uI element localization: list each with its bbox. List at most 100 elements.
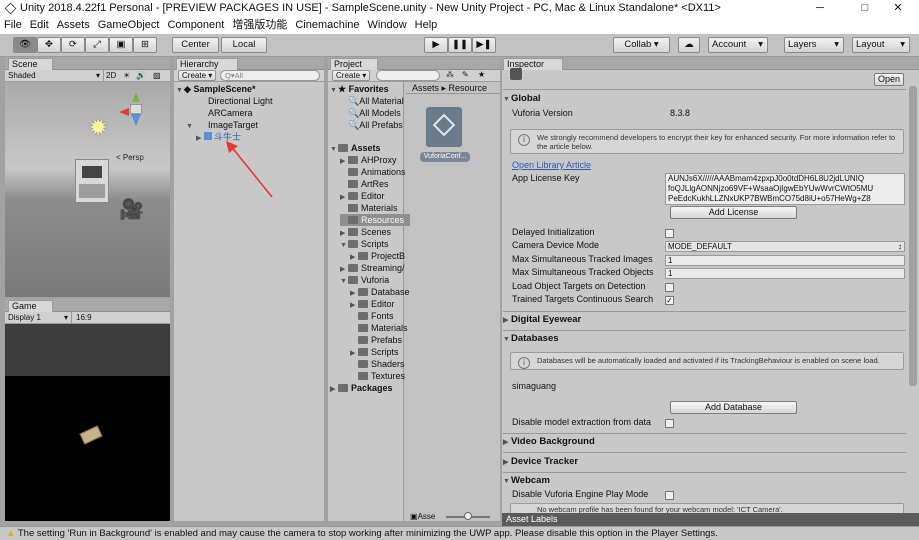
asset-folder-item[interactable]: ▶ Scripts — [350, 346, 399, 358]
cloud-icon[interactable]: ☁ — [678, 37, 700, 53]
asset-folder-item[interactable]: ▶ Database — [350, 286, 410, 298]
add-database-button[interactable]: Add Database — [670, 401, 797, 414]
hierarchy-item-arcamera[interactable]: ARCamera — [208, 107, 253, 119]
expand-arrow-icon[interactable]: ▼ — [503, 474, 511, 490]
expand-arrow-icon[interactable]: ▼ — [330, 85, 338, 97]
inspector-scrollbar[interactable] — [909, 86, 917, 386]
disable-model-extraction-checkbox[interactable] — [665, 419, 674, 428]
close-button[interactable]: ✕ — [878, 0, 918, 17]
menu-edit[interactable]: Edit — [26, 17, 53, 34]
section-databases[interactable]: ▼Databases — [503, 331, 559, 347]
tab-scene[interactable]: Scene — [8, 58, 53, 70]
expand-arrow-icon[interactable]: ▶ — [196, 133, 204, 145]
asset-folder-item[interactable]: ▶ ProjectB — [350, 250, 405, 262]
asset-labels-bar[interactable]: Asset Labels — [502, 513, 919, 526]
collab-button[interactable]: Collab ▾ — [613, 37, 670, 53]
asset-folder-item[interactable]: ▶ Streaming/ — [340, 262, 405, 274]
vuforia-config-filename[interactable]: VuforiaConf... — [420, 152, 470, 162]
hierarchy-create-button[interactable]: Create ▾ — [178, 70, 217, 81]
menu-cinemachine[interactable]: Cinemachine — [291, 17, 363, 34]
max-images-input[interactable]: 1 — [665, 255, 905, 266]
expand-arrow-icon[interactable]: ▼ — [340, 276, 348, 288]
2d-toggle[interactable]: 2D — [106, 70, 120, 82]
transform-tool-icon[interactable]: ⊞ — [133, 37, 157, 53]
hierarchy-item-directional-light[interactable]: Directional Light — [208, 95, 273, 107]
asset-folder-item[interactable]: ▶ Scenes — [340, 226, 391, 238]
asset-folder-item[interactable]: ▶ Editor — [340, 190, 385, 202]
expand-arrow-icon[interactable]: ▼ — [340, 240, 348, 252]
vuforia-config-icon[interactable] — [426, 107, 462, 147]
pivot-center-button[interactable]: Center — [172, 37, 219, 53]
menu-help[interactable]: Help — [411, 17, 442, 34]
tab-game[interactable]: Game — [8, 300, 53, 312]
open-library-link[interactable]: Open Library Article — [512, 159, 591, 172]
favorite-item[interactable]: 🔍All Models — [348, 107, 401, 119]
project-search-input[interactable] — [376, 70, 440, 81]
rotate-tool-icon[interactable]: ⟳ — [61, 37, 85, 53]
game-viewport[interactable] — [5, 376, 170, 521]
menu-component[interactable]: Component — [163, 17, 228, 34]
project-create-button[interactable]: Create ▾ — [332, 70, 371, 81]
menu-gameobject[interactable]: GameObject — [94, 17, 164, 34]
effects-toggle-icon[interactable]: ▨ — [153, 70, 161, 82]
lighting-toggle-icon[interactable]: ☀ — [123, 70, 130, 82]
minimize-button[interactable]: ─ — [800, 0, 840, 17]
asset-folder-item[interactable]: ▼ Scripts — [340, 238, 389, 250]
scale-tool-icon[interactable]: ⤢ — [85, 37, 109, 53]
move-tool-icon[interactable]: ✥ — [37, 37, 61, 53]
asset-folder-item[interactable]: Materials — [350, 322, 408, 334]
asset-folder-item[interactable]: ▼ Vuforia — [340, 274, 389, 286]
delayed-init-checkbox[interactable] — [665, 229, 674, 238]
max-objects-input[interactable]: 1 — [665, 268, 905, 279]
layers-dropdown[interactable]: Layers ▾ — [784, 37, 844, 53]
pivot-local-button[interactable]: Local — [221, 37, 267, 53]
favorite-item[interactable]: 🔍All Prefabs — [348, 119, 403, 131]
layout-dropdown[interactable]: Layout ▾ — [852, 37, 910, 53]
menu-file[interactable]: File — [0, 17, 26, 34]
filter-type-icon[interactable]: ⁂ — [446, 70, 454, 79]
asset-folder-item[interactable]: Resources — [340, 214, 410, 226]
breadcrumb-resources[interactable]: Resource — [449, 83, 488, 93]
tab-hierarchy[interactable]: Hierarchy — [176, 58, 238, 70]
robot-model[interactable] — [75, 159, 109, 203]
aspect-dropdown[interactable]: 16:9 — [76, 312, 92, 324]
disable-play-mode-checkbox[interactable] — [665, 491, 674, 500]
section-webcam[interactable]: ▼Webcam — [503, 473, 550, 489]
rect-tool-icon[interactable]: ▣ — [109, 37, 133, 53]
display-dropdown[interactable]: Display 1 ▾ — [8, 312, 72, 324]
scene-gizmo-icon[interactable] — [119, 92, 145, 132]
expand-arrow-icon[interactable]: ▼ — [176, 85, 184, 97]
menu-assets[interactable]: Assets — [53, 17, 94, 34]
account-dropdown[interactable]: Account ▾ — [708, 37, 768, 53]
asset-folder-item[interactable]: ▶ Editor — [350, 298, 395, 310]
menu-window[interactable]: Window — [364, 17, 411, 34]
asset-folder-item[interactable]: Prefabs — [350, 334, 402, 346]
asset-folder-item[interactable]: Textures — [350, 370, 405, 382]
asset-folder-item[interactable]: Materials — [340, 202, 398, 214]
license-key-field[interactable]: AUNJs6X/////AAABmam4zpxpJ0o0tdDH6L8U2jdL… — [665, 173, 905, 205]
assets-node[interactable]: ▼ Assets — [330, 142, 381, 154]
shading-mode-dropdown[interactable]: Shaded ▾ — [8, 70, 104, 82]
hierarchy-search-input[interactable]: Q▾All — [220, 70, 320, 81]
load-object-targets-checkbox[interactable] — [665, 283, 674, 292]
add-license-button[interactable]: Add License — [670, 206, 797, 219]
section-digital-eyewear[interactable]: ▶ Digital Eyewear — [503, 312, 581, 328]
breadcrumb-assets[interactable]: Assets — [412, 83, 439, 93]
hand-tool-icon[interactable]: 👁 — [13, 37, 37, 53]
open-button[interactable]: Open — [874, 73, 904, 86]
asset-folder-item[interactable]: Shaders — [350, 358, 405, 370]
section-video-background[interactable]: ▶ Video Background — [503, 434, 595, 450]
filter-label-icon[interactable]: ✎ — [462, 70, 469, 79]
expand-arrow-icon[interactable]: ▼ — [503, 92, 511, 108]
favorite-star-icon[interactable]: ★ — [478, 70, 485, 79]
expand-arrow-icon[interactable]: ▶ — [503, 313, 511, 329]
packages-node[interactable]: ▶ Packages — [330, 382, 393, 394]
play-button-icon[interactable]: ▶ — [424, 37, 448, 53]
icon-size-slider-thumb[interactable] — [464, 512, 472, 520]
expand-arrow-icon[interactable]: ▶ — [503, 455, 511, 471]
status-bar[interactable]: ▲ The setting 'Run in Background' is ena… — [0, 526, 919, 540]
favorites-node[interactable]: ▼★ Favorites — [330, 83, 389, 95]
tab-project[interactable]: Project — [330, 58, 378, 70]
section-global[interactable]: ▼Global — [503, 91, 541, 107]
expand-arrow-icon[interactable]: ▶ — [330, 384, 338, 396]
